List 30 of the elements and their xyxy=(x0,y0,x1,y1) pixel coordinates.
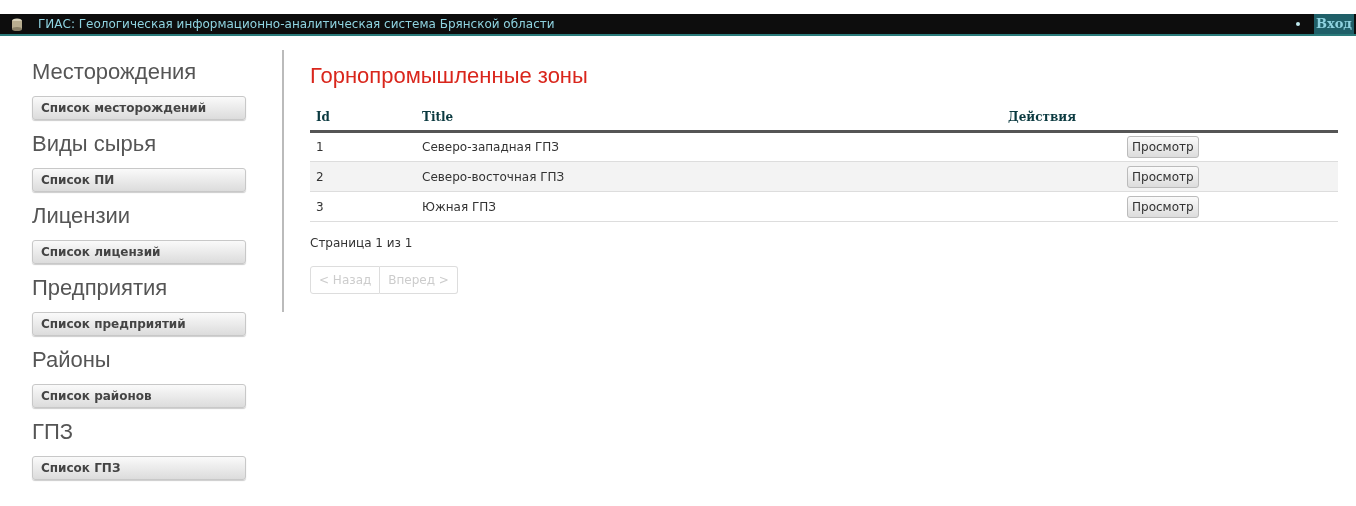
table-cell: Северо-восточная ГПЗ xyxy=(422,169,565,184)
section-heading: Виды сырья xyxy=(32,130,158,158)
view-button[interactable]: Просмотр xyxy=(1127,195,1199,218)
section-heading: Месторождения xyxy=(32,58,198,86)
app-title: ГИАС: Геологическая информационно-аналитическая система Брянской области xyxy=(38,16,555,33)
list-button[interactable]: Список предприятий xyxy=(32,312,246,336)
view-button[interactable]: Просмотр xyxy=(1127,165,1199,188)
view-button[interactable]: Просмотр xyxy=(1127,136,1199,158)
bullet-icon xyxy=(1295,22,1300,26)
logo-icon xyxy=(10,17,24,31)
column-header: Действия xyxy=(1008,110,1077,124)
table-cell: Южная ГПЗ xyxy=(422,199,497,214)
table-cell: 1 xyxy=(316,140,324,154)
list-button[interactable]: Список районов xyxy=(32,384,246,408)
table-cell: 3 xyxy=(316,199,324,214)
login-link[interactable]: Вход xyxy=(1313,14,1354,34)
list-button[interactable]: Список лицензий xyxy=(32,240,246,264)
list-button[interactable]: Список ГПЗ xyxy=(32,456,246,480)
table-cell: Северо-западная ГПЗ xyxy=(422,140,559,154)
section-heading: Лицензии xyxy=(32,202,132,230)
list-button[interactable]: Список ПИ xyxy=(32,168,246,192)
page-info: Страница 1 из 1 xyxy=(310,235,413,252)
section-heading: ГПЗ xyxy=(32,418,74,446)
list-button[interactable]: Список месторождений xyxy=(32,96,246,120)
column-header: Id xyxy=(316,110,330,124)
page-title: Горнопромышленные зоны xyxy=(310,62,589,90)
column-header: Title xyxy=(422,110,454,124)
section-heading: Предприятия xyxy=(32,274,169,302)
table-cell: 2 xyxy=(316,169,324,184)
section-heading: Районы xyxy=(32,346,112,374)
